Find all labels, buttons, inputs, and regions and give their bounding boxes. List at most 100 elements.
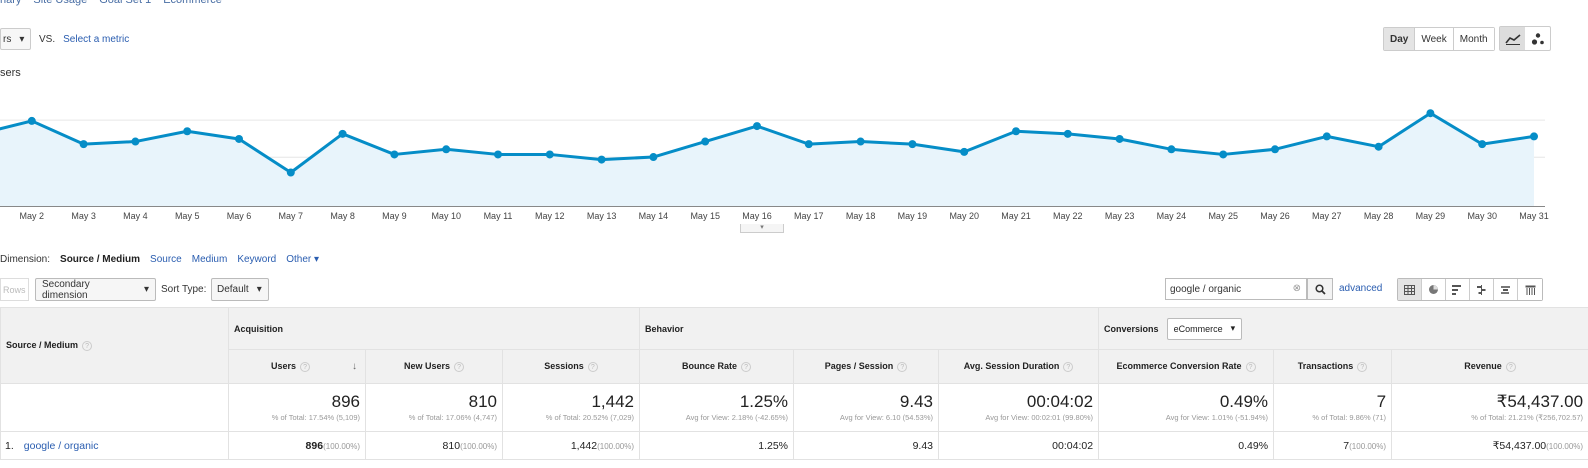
- x-tick-label: May 8: [330, 211, 355, 221]
- column-revenue[interactable]: Revenue?: [1391, 349, 1588, 384]
- help-icon[interactable]: ?: [1063, 361, 1074, 372]
- row-dimension-cell: 1. google / organic: [0, 431, 229, 460]
- help-icon[interactable]: ?: [300, 361, 311, 372]
- data-point-may-7: [286, 168, 295, 177]
- data-point-may-8: [338, 129, 347, 138]
- series-area: [0, 113, 1534, 206]
- x-tick-label: May 31: [1519, 211, 1549, 221]
- search-button[interactable]: [1307, 278, 1333, 300]
- table-row: 1. google / organic 896(100.00%) 810(100.…: [0, 431, 1588, 460]
- secondary-dimension-select[interactable]: Secondary dimension ▾: [35, 278, 156, 301]
- data-point-may-2: [27, 116, 36, 125]
- dimension-keyword[interactable]: Keyword: [237, 254, 276, 265]
- dimension-source-medium[interactable]: Source / Medium: [60, 254, 140, 265]
- dimension-medium[interactable]: Medium: [192, 254, 228, 265]
- x-tick-label: May 4: [123, 211, 148, 221]
- help-icon[interactable]: ?: [1245, 361, 1256, 372]
- advanced-filter-link[interactable]: advanced: [1339, 283, 1382, 294]
- period-month-button[interactable]: Month: [1453, 28, 1494, 50]
- total-pages-per-session: 9.43 Avg for View: 6.10 (54.53%): [793, 383, 940, 432]
- help-icon[interactable]: ?: [897, 361, 908, 372]
- row-sessions: 1,442(100.00%): [501, 431, 641, 460]
- cell-pct: (100.00%): [460, 441, 497, 451]
- column-avg-session-duration-label: Avg. Session Duration: [963, 361, 1060, 372]
- help-icon[interactable]: ?: [82, 340, 93, 351]
- pie-icon[interactable]: [1422, 279, 1446, 300]
- vs-label: VS.: [39, 33, 56, 45]
- column-users-label: Users: [270, 361, 297, 371]
- data-point-may-21: [1012, 127, 1020, 136]
- help-icon[interactable]: ?: [587, 361, 598, 372]
- cell-value: 9.43: [912, 439, 934, 452]
- cell-pct: (100.00%): [1546, 441, 1584, 451]
- help-icon[interactable]: ?: [741, 361, 752, 372]
- row-index: 1.: [5, 439, 14, 452]
- row-source-link[interactable]: google / organic: [24, 440, 99, 452]
- collapse-chart-handle[interactable]: ▾: [740, 224, 784, 233]
- row-users: 896(100.00%): [228, 431, 366, 460]
- column-ecommerce-conversion-rate[interactable]: Ecommerce Conversion Rate?: [1098, 349, 1275, 384]
- dimension-other[interactable]: Other ▾: [286, 254, 319, 265]
- sort-type-select[interactable]: Default ▾: [211, 278, 269, 301]
- totals-label-cell: [0, 383, 229, 432]
- dimension-column-header[interactable]: Source / Medium?: [0, 307, 229, 384]
- x-tick-label: May 14: [639, 211, 669, 221]
- column-new-users[interactable]: New Users?: [365, 349, 503, 384]
- column-bounce-rate[interactable]: Bounce Rate?: [639, 349, 795, 384]
- x-tick-label: May 2: [20, 211, 45, 221]
- period-week-button[interactable]: Week: [1415, 28, 1454, 50]
- report-tabs: nary Site Usage Goal Set 1 Ecommerce: [0, 0, 222, 8]
- term-cloud-icon[interactable]: [1494, 279, 1518, 300]
- line-chart-icon[interactable]: [1500, 27, 1525, 50]
- total-value: 1.25%: [739, 392, 789, 411]
- column-users[interactable]: Users? ↓: [228, 349, 366, 384]
- dimension-source[interactable]: Source: [150, 254, 182, 265]
- total-value: 00:04:02: [1026, 392, 1094, 411]
- totals-row: 896 % of Total: 17.54% (5,109) 810 % of To…: [0, 383, 1588, 432]
- help-icon[interactable]: ?: [1505, 361, 1516, 372]
- performance-icon[interactable]: [1446, 279, 1470, 300]
- select-metric-link[interactable]: Select a metric: [63, 34, 129, 45]
- column-sessions[interactable]: Sessions?: [501, 349, 641, 384]
- period-day-button[interactable]: Day: [1384, 28, 1416, 50]
- x-tick-label: May 17: [794, 211, 824, 221]
- x-tick-label: May 20: [949, 211, 979, 221]
- x-tick-label: May 12: [535, 211, 565, 221]
- column-pages-per-session[interactable]: Pages / Session?: [793, 349, 940, 384]
- comparison-icon[interactable]: [1470, 279, 1494, 300]
- metric-select[interactable]: rs ▾: [0, 28, 31, 50]
- total-value: 896: [331, 392, 360, 411]
- data-point-may-30: [1478, 140, 1487, 149]
- help-icon[interactable]: ?: [454, 361, 465, 372]
- motion-chart-icon[interactable]: [1525, 27, 1550, 50]
- tab-summary[interactable]: nary: [0, 0, 21, 8]
- total-sub: % of Total: 21.21% (₹256,702.57): [1471, 413, 1584, 422]
- column-avg-session-duration[interactable]: Avg. Session Duration?: [938, 349, 1100, 384]
- tab-goal-set-1[interactable]: Goal Set 1: [99, 0, 151, 8]
- explorer-table: Source / Medium? Acquisition Behavior Co…: [0, 307, 1588, 460]
- total-sessions: 1,442 % of Total: 20.52% (7,029): [501, 383, 641, 432]
- column-transactions[interactable]: Transactions?: [1273, 349, 1393, 384]
- tab-ecommerce[interactable]: Ecommerce: [163, 0, 222, 8]
- primary-dimension-row: Dimension: Source / Medium Source Medium…: [0, 254, 319, 265]
- plot-rows-button[interactable]: Rows: [0, 278, 29, 301]
- chevron-down-icon: ▾: [19, 33, 25, 45]
- table-search-input[interactable]: google / organic ⊗: [1165, 278, 1307, 300]
- data-point-may-25: [1219, 150, 1228, 159]
- total-value: 7: [1376, 392, 1387, 411]
- help-icon[interactable]: ?: [1357, 361, 1368, 372]
- clear-icon[interactable]: ⊗: [1293, 283, 1301, 294]
- row-ecommerce-conversion-rate: 0.49%: [1098, 431, 1275, 460]
- cell-value: 00:04:02: [1052, 439, 1094, 452]
- x-tick-label: May 28: [1364, 211, 1394, 221]
- data-table-icon[interactable]: [1398, 279, 1422, 300]
- total-sub: % of Total: 17.06% (4,747): [408, 413, 497, 422]
- conversions-select-value: eCommerce: [1173, 323, 1223, 334]
- tab-site-usage[interactable]: Site Usage: [33, 0, 87, 8]
- x-tick-label: May 23: [1105, 211, 1135, 221]
- x-tick-label: May 27: [1312, 211, 1342, 221]
- conversions-select[interactable]: eCommerce ▾: [1166, 317, 1243, 340]
- row-pages-per-session: 9.43: [793, 431, 940, 460]
- pivot-icon[interactable]: [1518, 279, 1542, 300]
- total-value: 0.49%: [1219, 392, 1269, 411]
